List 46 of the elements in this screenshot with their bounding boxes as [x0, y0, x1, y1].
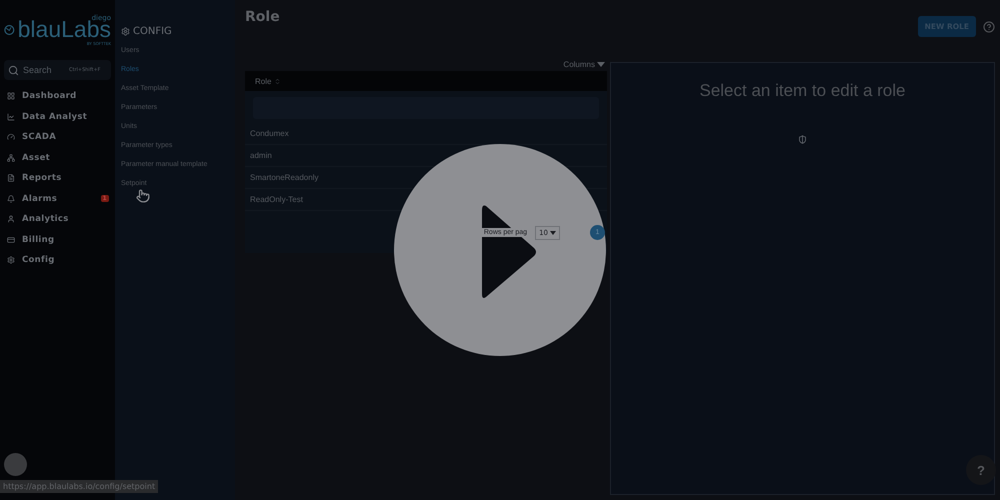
- caret-icon: [597, 62, 605, 67]
- nav-item[interactable]: Asset: [4, 148, 111, 168]
- status-url: https://app.blaulabs.io/config/setpoint: [0, 480, 158, 493]
- nav-item[interactable]: Reports: [4, 168, 111, 188]
- config-title: CONFIG: [133, 26, 172, 37]
- gear-icon: [7, 256, 15, 264]
- page-title: Role: [245, 8, 280, 24]
- gauge-icon: [7, 133, 15, 142]
- nav-label: SCADA: [22, 132, 56, 142]
- table-cell[interactable]: ReadOnly-Test: [250, 195, 303, 204]
- nav-item[interactable]: Billing: [4, 230, 111, 250]
- play-button-icon[interactable]: [394, 144, 606, 356]
- nav-label: Config: [22, 255, 55, 266]
- nav-item[interactable]: Config: [4, 250, 111, 270]
- sort-icon: [274, 78, 282, 84]
- gear-icon: [121, 27, 130, 36]
- card-icon: [7, 236, 15, 244]
- column-header[interactable]: Role: [245, 71, 607, 91]
- network-icon: [7, 154, 15, 162]
- search-input[interactable]: Search: [23, 65, 65, 75]
- nav-label: Billing: [22, 234, 54, 245]
- nav-label: Analytics: [22, 214, 69, 224]
- nav-item[interactable]: Dashboard: [4, 86, 111, 106]
- shield-icon: [798, 135, 807, 144]
- table-cell[interactable]: admin: [250, 151, 272, 160]
- nav-label: Asset: [22, 152, 50, 163]
- nav-label: Alarms: [22, 194, 58, 204]
- nav-label: Dashboard: [22, 91, 77, 102]
- table-cell[interactable]: SmartoneReadonly: [250, 173, 318, 182]
- chart-icon: [7, 112, 15, 121]
- bell-icon: [7, 194, 15, 203]
- empty-message: Select an item to edit a role: [699, 81, 906, 101]
- document-icon: [7, 174, 15, 182]
- nav-label: Data Analyst: [22, 112, 88, 122]
- help-icon[interactable]: [983, 20, 995, 32]
- grid-icon: [7, 92, 15, 100]
- nav-item[interactable]: SCADA: [4, 127, 111, 148]
- nav-item[interactable]: Data Analyst: [4, 106, 111, 127]
- caret-icon: [550, 230, 556, 234]
- nav-item[interactable]: Analytics: [4, 209, 111, 230]
- person-icon: [7, 215, 15, 224]
- hand-cursor-icon: [136, 189, 150, 203]
- columns-button[interactable]: Columns: [561, 58, 607, 71]
- search-icon: [8, 64, 19, 76]
- table-cell[interactable]: Condumex: [250, 129, 289, 138]
- nav-label: Reports: [22, 173, 62, 184]
